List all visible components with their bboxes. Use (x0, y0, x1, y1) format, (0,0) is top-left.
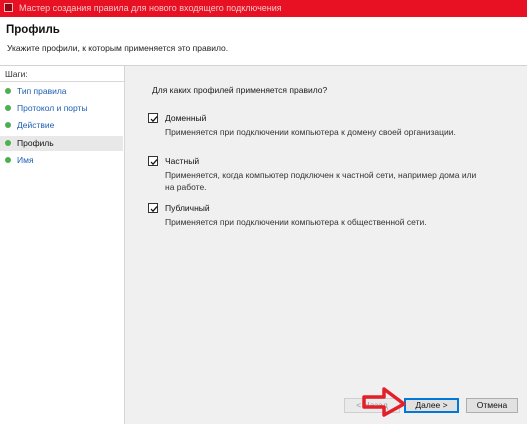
steps-label: Шаги: (5, 69, 28, 79)
step-name[interactable]: Имя (0, 153, 123, 168)
profile-description: Применяется, когда компьютер подключен к… (165, 170, 477, 192)
step-status-dot-icon (5, 140, 11, 146)
step-label: Протокол и порты (17, 103, 88, 113)
step-status-dot-icon (5, 88, 11, 94)
profiles-question: Для каких профилей применяется правило? (152, 85, 328, 95)
wizard-header: Профиль Укажите профили, к которым приме… (0, 17, 527, 66)
checkmark-icon (150, 159, 158, 166)
profile-description: Применяется при подключении компьютера к… (165, 217, 427, 227)
profile-name: Частный (165, 156, 200, 166)
profile-name: Доменный (165, 113, 207, 123)
cancel-button[interactable]: Отмена (466, 398, 518, 413)
step-label: Действие (17, 120, 55, 130)
divider (0, 81, 124, 82)
next-button[interactable]: Далее > (404, 398, 459, 413)
title-bar: Мастер создания правила для нового входя… (0, 0, 527, 17)
private-checkbox[interactable] (148, 156, 158, 166)
firewall-app-icon (4, 3, 13, 12)
public-checkbox[interactable] (148, 203, 158, 213)
step-rule-type[interactable]: Тип правила (0, 84, 123, 99)
window-title: Мастер создания правила для нового входя… (19, 3, 282, 13)
checkmark-icon (150, 206, 158, 213)
page-title: Профиль (6, 24, 60, 36)
step-protocol-ports[interactable]: Протокол и порты (0, 101, 123, 116)
annotation-arrow-icon (362, 387, 406, 417)
step-status-dot-icon (5, 122, 11, 128)
page-subtitle: Укажите профили, к которым применяется э… (7, 43, 229, 53)
profile-name: Публичный (165, 203, 210, 213)
step-status-dot-icon (5, 157, 11, 163)
steps-sidebar: Шаги: Тип правила Протокол и порты Дейст… (0, 66, 125, 424)
step-status-dot-icon (5, 105, 11, 111)
domain-checkbox[interactable] (148, 113, 158, 123)
step-label: Профиль (17, 138, 54, 148)
step-profile[interactable]: Профиль (0, 136, 123, 151)
profile-description: Применяется при подключении компьютера к… (165, 127, 456, 137)
step-label: Имя (17, 155, 34, 165)
step-action[interactable]: Действие (0, 118, 123, 133)
checkmark-icon (150, 116, 158, 123)
step-label: Тип правила (17, 86, 67, 96)
